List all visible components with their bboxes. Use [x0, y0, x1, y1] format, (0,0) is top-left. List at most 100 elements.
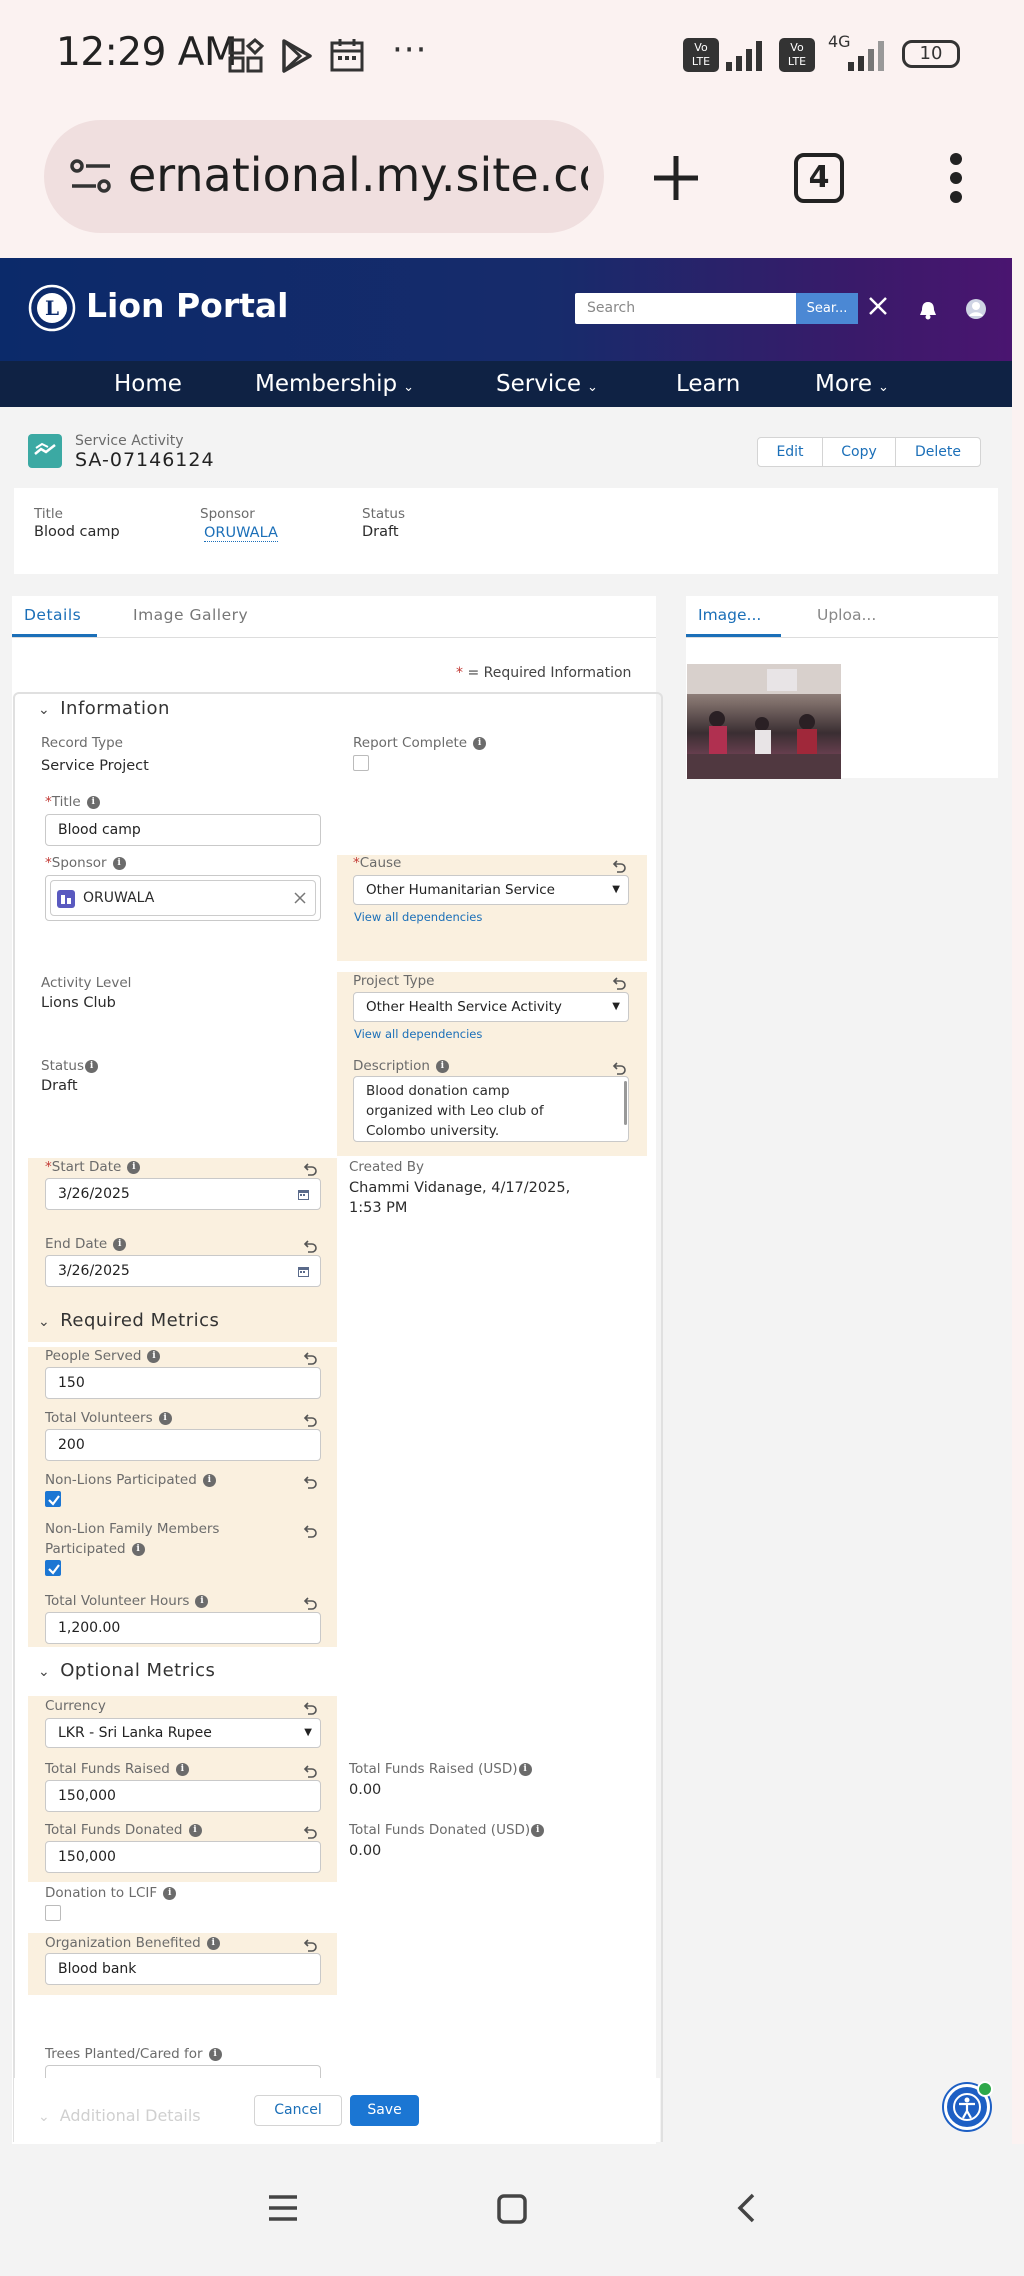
notifications-bell-icon[interactable] — [919, 300, 937, 320]
volte-icon-2: Vo LTE — [779, 38, 815, 72]
non-lions-checkbox[interactable] — [45, 1491, 61, 1507]
end-date-input[interactable]: 3/26/2025 — [45, 1255, 321, 1287]
site-settings-icon[interactable] — [70, 158, 112, 196]
undo-icon[interactable] — [302, 1702, 318, 1716]
info-icon[interactable]: i — [131, 1542, 145, 1556]
undo-icon[interactable] — [302, 1826, 318, 1840]
org-benefited-input[interactable]: Blood bank — [45, 1953, 321, 1985]
portal-title[interactable]: Lion Portal — [86, 286, 288, 325]
nav-more[interactable]: More ⌄ — [815, 361, 889, 407]
undo-icon[interactable] — [302, 1240, 318, 1254]
save-button[interactable]: Save — [350, 2095, 419, 2126]
tab-upload[interactable]: Uploa... — [817, 606, 876, 624]
info-icon[interactable]: i — [113, 1237, 127, 1251]
remove-icon[interactable] — [294, 892, 306, 904]
undo-icon[interactable] — [611, 1062, 627, 1076]
url-text[interactable]: ernational.my.site.com — [128, 148, 588, 202]
back-icon[interactable] — [736, 2192, 756, 2224]
calendar-icon[interactable] — [297, 1188, 310, 1201]
calendar-icon — [330, 39, 364, 72]
sponsor-lookup[interactable]: ORUWALA — [45, 875, 321, 921]
info-icon[interactable]: i — [202, 1473, 216, 1487]
trees-input[interactable] — [45, 2065, 321, 2079]
nav-learn[interactable]: Learn — [676, 361, 740, 407]
undo-icon[interactable] — [302, 1597, 318, 1611]
info-icon[interactable]: i — [206, 1936, 220, 1950]
description-textarea[interactable]: Blood donation camp organized with Leo c… — [353, 1076, 629, 1142]
info-icon[interactable]: i — [188, 1823, 202, 1837]
undo-icon[interactable] — [611, 977, 627, 991]
info-icon[interactable]: i — [473, 736, 487, 750]
status-label: Status i — [41, 1058, 99, 1074]
info-icon[interactable]: i — [195, 1594, 209, 1608]
cause-dependencies-link[interactable]: View all dependencies — [354, 910, 482, 924]
start-date-input[interactable]: 3/26/2025 — [45, 1178, 321, 1210]
delete-button[interactable]: Delete — [895, 437, 981, 467]
nav-home[interactable]: Home — [114, 361, 182, 407]
people-served-input[interactable]: 150 — [45, 1367, 321, 1399]
total-volunteers-input[interactable]: 200 — [45, 1429, 321, 1461]
section-required-metrics[interactable]: ⌄ Required Metrics — [38, 1310, 219, 1331]
gallery-thumbnail[interactable] — [687, 664, 841, 779]
undo-icon[interactable] — [302, 1939, 318, 1953]
undo-icon[interactable] — [302, 1414, 318, 1428]
info-icon[interactable]: i — [85, 1059, 99, 1073]
home-icon[interactable] — [497, 2194, 527, 2224]
menu-icon[interactable] — [268, 2194, 298, 2222]
copy-button[interactable]: Copy — [822, 437, 896, 467]
report-complete-checkbox[interactable] — [353, 755, 369, 771]
browser-menu-icon[interactable] — [948, 152, 964, 204]
undo-icon[interactable] — [302, 1163, 318, 1177]
project-type-dependencies-link[interactable]: View all dependencies — [354, 1027, 482, 1041]
undo-icon[interactable] — [302, 1476, 318, 1490]
title-input[interactable]: Blood camp — [45, 814, 321, 846]
info-icon[interactable]: i — [208, 2047, 222, 2061]
edit-button[interactable]: Edit — [757, 437, 823, 467]
tab-image-gallery[interactable]: Image Gallery — [133, 606, 248, 624]
lions-logo-icon[interactable]: L — [28, 284, 76, 332]
close-search-icon[interactable] — [868, 296, 888, 316]
info-icon[interactable]: i — [127, 1160, 141, 1174]
nav-service[interactable]: Service ⌄ — [496, 361, 598, 407]
undo-icon[interactable] — [302, 1352, 318, 1366]
undo-icon[interactable] — [302, 1525, 318, 1539]
search-input[interactable]: Search — [575, 293, 796, 324]
section-optional-metrics[interactable]: ⌄ Optional Metrics — [38, 1660, 215, 1681]
accessibility-button[interactable] — [944, 2081, 993, 2130]
info-icon[interactable]: i — [86, 795, 100, 809]
textarea-scrollbar[interactable] — [624, 1081, 627, 1125]
new-tab-icon[interactable] — [652, 154, 700, 202]
search-button[interactable]: Sear... — [796, 293, 858, 324]
info-icon[interactable]: i — [163, 1886, 177, 1900]
highlight-sponsor-link[interactable]: ORUWALA — [204, 525, 278, 542]
info-icon[interactable]: i — [531, 1823, 545, 1837]
non-lion-family-checkbox[interactable] — [45, 1560, 61, 1576]
sponsor-pill[interactable]: ORUWALA — [50, 880, 316, 916]
lcif-checkbox[interactable] — [45, 1905, 61, 1921]
non-lions-label: Non-Lions Participated i — [45, 1472, 216, 1488]
info-icon[interactable]: i — [435, 1059, 449, 1073]
volunteer-hours-input[interactable]: 1,200.00 — [45, 1612, 321, 1644]
tab-switcher-button[interactable]: 4 — [794, 153, 844, 203]
undo-icon[interactable] — [611, 860, 627, 874]
funds-raised-input[interactable]: 150,000 — [45, 1780, 321, 1812]
tab-details[interactable]: Details — [24, 606, 81, 624]
info-icon[interactable]: i — [518, 1762, 532, 1776]
info-icon[interactable]: i — [112, 856, 126, 870]
info-icon[interactable]: i — [158, 1411, 172, 1425]
record-highlights: Title Blood camp Sponsor ORUWALA Status … — [14, 488, 998, 574]
info-icon[interactable]: i — [147, 1349, 161, 1363]
currency-select[interactable]: LKR - Sri Lanka Rupee ▼ — [45, 1718, 321, 1748]
cancel-button[interactable]: Cancel — [254, 2095, 342, 2126]
user-avatar-icon[interactable] — [965, 298, 987, 320]
info-icon[interactable]: i — [175, 1762, 189, 1776]
calendar-icon[interactable] — [297, 1265, 310, 1278]
tab-images[interactable]: Image... — [698, 606, 761, 624]
funds-donated-input[interactable]: 150,000 — [45, 1841, 321, 1873]
cause-select[interactable]: Other Humanitarian Service ▼ — [353, 875, 629, 905]
undo-icon[interactable] — [302, 1765, 318, 1779]
section-additional-details[interactable]: ⌄ Additional Details — [38, 2106, 201, 2125]
project-type-select[interactable]: Other Health Service Activity ▼ — [353, 992, 629, 1022]
section-information[interactable]: ⌄ Information — [38, 698, 170, 719]
nav-membership[interactable]: Membership ⌄ — [255, 361, 414, 407]
